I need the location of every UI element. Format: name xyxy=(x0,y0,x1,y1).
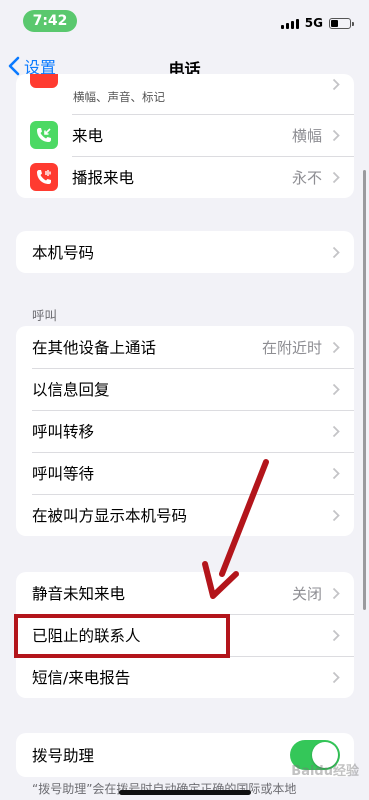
chevron-right-icon xyxy=(332,425,340,437)
incoming-calls-value: 横幅 xyxy=(291,126,322,145)
list-item-sms-call-reporting[interactable]: 短信/来电报告 xyxy=(16,656,354,698)
incoming-calls-label: 来电 xyxy=(72,127,104,145)
list-item-notifications[interactable]: 横幅、声音、标记 xyxy=(16,74,354,112)
notifications-group: 横幅、声音、标记 来电 横幅 播报来电 永不 xyxy=(16,74,354,198)
list-item-calls-other-devices[interactable]: 在其他设备上通话 在附近时 xyxy=(16,326,354,368)
chevron-right-icon xyxy=(332,171,340,183)
status-bar: 7:42 5G xyxy=(0,0,369,44)
incoming-call-icon xyxy=(30,121,58,149)
calls-other-devices-label: 在其他设备上通话 xyxy=(32,339,157,357)
chevron-right-icon xyxy=(332,587,340,599)
chevron-right-icon xyxy=(332,509,340,521)
chevron-right-icon xyxy=(332,467,340,479)
chevron-right-icon xyxy=(332,129,340,141)
status-icons: 5G xyxy=(280,15,354,31)
list-item-respond-with-text[interactable]: 以信息回复 xyxy=(16,368,354,410)
calls-group: 在其他设备上通话 在附近时 以信息回复 呼叫转移 呼叫等待 在被叫方显示本机号码 xyxy=(16,326,354,536)
notifications-subtitle: 横幅、声音、标记 xyxy=(73,90,165,104)
list-item-show-caller-id[interactable]: 在被叫方显示本机号码 xyxy=(16,494,354,536)
silence-unknown-label: 静音未知来电 xyxy=(32,585,126,603)
my-number-group: 本机号码 xyxy=(16,231,354,273)
chevron-right-icon xyxy=(332,671,340,683)
home-indicator[interactable] xyxy=(119,790,251,795)
announce-calls-label: 播报来电 xyxy=(72,169,135,187)
my-number-label: 本机号码 xyxy=(32,244,95,262)
call-forwarding-label: 呼叫转移 xyxy=(32,423,95,441)
call-waiting-label: 呼叫等待 xyxy=(32,465,95,483)
announce-calls-value: 永不 xyxy=(291,168,322,187)
chevron-right-icon xyxy=(332,341,340,353)
network-type: 5G xyxy=(304,16,323,30)
list-item-call-forwarding[interactable]: 呼叫转移 xyxy=(16,410,354,452)
highlight-box xyxy=(14,614,230,658)
signal-icon xyxy=(280,18,299,29)
chevron-right-icon xyxy=(332,629,340,641)
chevron-right-icon xyxy=(332,246,340,258)
battery-icon xyxy=(329,17,354,29)
battery-level xyxy=(331,19,338,27)
announce-calls-icon xyxy=(30,163,58,191)
respond-with-text-label: 以信息回复 xyxy=(32,381,110,399)
watermark: Baidu经验 xyxy=(291,764,359,779)
list-item-silence-unknown[interactable]: 静音未知来电 关闭 xyxy=(16,572,354,614)
dial-assist-label: 拨号助理 xyxy=(32,747,95,765)
silence-unknown-value: 关闭 xyxy=(291,584,322,603)
show-caller-id-label: 在被叫方显示本机号码 xyxy=(32,507,188,525)
sms-call-reporting-label: 短信/来电报告 xyxy=(32,669,131,687)
list-item-incoming-calls[interactable]: 来电 横幅 xyxy=(16,114,354,156)
scrollbar[interactable] xyxy=(363,170,366,610)
calls-other-devices-value: 在附近时 xyxy=(261,338,322,357)
notifications-icon xyxy=(30,74,58,88)
status-time: 7:42 xyxy=(23,10,77,32)
calls-section-header: 呼叫 xyxy=(32,308,58,323)
list-item-my-number[interactable]: 本机号码 xyxy=(16,231,354,273)
list-item-announce-calls[interactable]: 播报来电 永不 xyxy=(16,156,354,198)
chevron-right-icon xyxy=(332,383,340,395)
chevron-right-icon xyxy=(332,78,340,91)
list-item-call-waiting[interactable]: 呼叫等待 xyxy=(16,452,354,494)
